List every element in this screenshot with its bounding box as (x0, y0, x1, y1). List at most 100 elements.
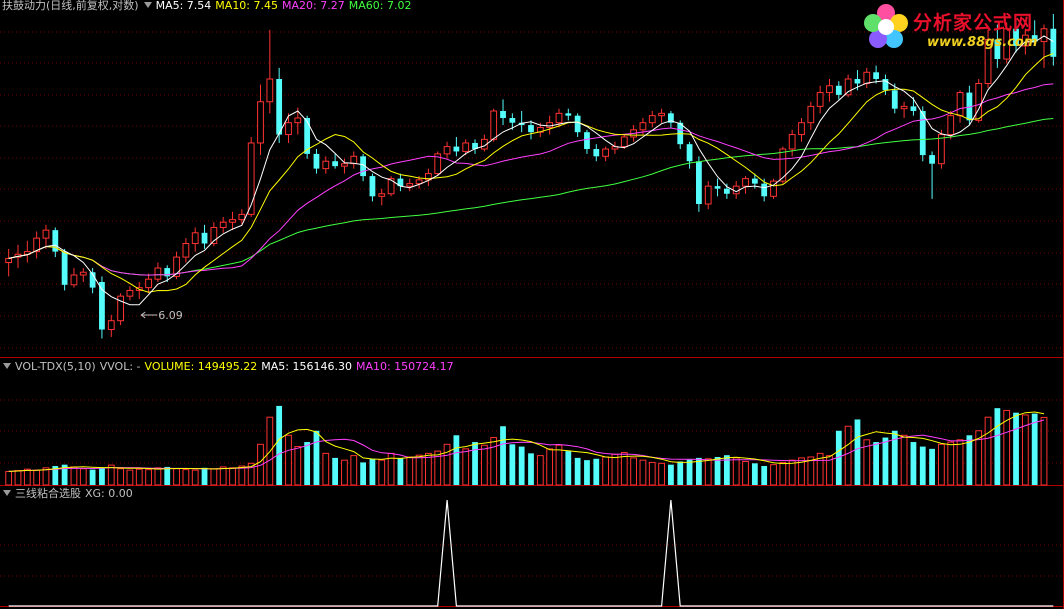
volume-bar-up (33, 469, 41, 486)
candle-body-up (798, 122, 805, 136)
volume-bar-up (135, 468, 143, 486)
candle-body-up (322, 160, 330, 170)
volume-bar-down (565, 451, 572, 485)
candle-body-up (490, 110, 498, 140)
candle-body-up (257, 101, 264, 144)
volume-bar-up (117, 468, 124, 486)
dropdown-triangle-icon[interactable] (3, 363, 11, 369)
candle-body-up (266, 78, 274, 103)
volume-bar-up (732, 457, 740, 486)
volume-panel-header: VOL-TDX(5,10) VVOL: - VOLUME: 149495.22 MA5… (2, 361, 458, 373)
volume-bar-down (751, 463, 758, 485)
volume-bar-down (360, 462, 366, 485)
volume-bar-up (630, 457, 637, 486)
volume-bar-up (742, 460, 749, 486)
stock-chart[interactable]: 6.09 (0, 0, 1064, 609)
xg-signal-line (8, 499, 1054, 607)
volume-bar-up (648, 461, 656, 486)
volume-ma5-line (8, 411, 1045, 472)
candle-body-up (900, 105, 908, 110)
volume-bar-up (788, 459, 796, 486)
candle-body-up (602, 148, 610, 157)
volume-readout: VOLUME: 149495.22 (144, 360, 258, 373)
volume-bar-down (369, 458, 376, 485)
candle-body-down (201, 232, 208, 244)
volume-bar-up (555, 444, 563, 486)
candle-body-up (5, 257, 13, 264)
candle-body-up (378, 193, 386, 197)
volume-bar-up (490, 437, 498, 486)
volume-bar-up (322, 452, 330, 486)
candle-body-up (294, 117, 302, 124)
volume-bar-up (938, 443, 945, 486)
candle-body-down (61, 251, 68, 285)
main-panel-title: 扶鼓动力(日线,前复权,对数) (2, 0, 139, 12)
volume-bar-up (210, 468, 218, 486)
ma60-line (8, 118, 1054, 276)
candle-body-down (574, 115, 581, 133)
ma10-readout: MA10: 7.45 (215, 0, 279, 12)
volume-bar-down (910, 442, 917, 485)
volume-bar-up (620, 451, 628, 486)
volume-bar-up (5, 470, 13, 486)
candle-body-up (620, 136, 628, 148)
candle-body-down (835, 85, 842, 95)
volume-bar-down (574, 457, 581, 485)
vol-ma5-readout: MA5: 156146.30 (261, 360, 352, 373)
volume-bar-down (1013, 412, 1019, 485)
volume-bar-up (70, 466, 78, 486)
candle-body-down (910, 106, 917, 112)
candle-body-up (107, 320, 115, 331)
volume-bar-down (453, 435, 460, 485)
volume-bar-down (677, 461, 684, 485)
candle-body-up (704, 185, 712, 205)
site-logo: 分析家公式网 www.88gs.com (861, 2, 1056, 54)
volume-bar-up (238, 465, 246, 486)
volume-bar-up (182, 469, 190, 486)
volume-bar-down (332, 457, 339, 485)
candle-body-up (807, 105, 815, 124)
candle-body-down (761, 183, 768, 197)
volume-bar-up (779, 461, 787, 486)
candle-body-down (696, 161, 702, 205)
volume-bar-up (154, 467, 162, 486)
dropdown-triangle-icon[interactable] (143, 2, 152, 8)
volume-bar-up (126, 469, 134, 486)
candle-body-up (816, 92, 824, 107)
flower-logo-icon (864, 4, 908, 48)
volume-bar-up (611, 453, 619, 486)
volume-bar-down (201, 467, 208, 485)
candle-body-down (500, 111, 506, 119)
volume-panel-title: VOL-TDX(5,10) (15, 360, 96, 373)
volume-bar-up (79, 468, 87, 486)
volume-bar-up (536, 455, 544, 486)
candle-body-up (844, 78, 852, 96)
dropdown-triangle-icon[interactable] (3, 490, 11, 496)
candle-body-up (285, 122, 292, 136)
volume-bar-up (602, 456, 610, 486)
volume-bar-down (882, 437, 889, 485)
volume-bar-up (173, 468, 180, 486)
candle-body-up (648, 115, 656, 124)
volume-bar-down (99, 467, 105, 485)
volume-bar-down (584, 460, 590, 485)
logo-url-text: www.88gs.com (927, 35, 1038, 50)
vol-ma10-readout: MA10: 150724.17 (355, 360, 454, 373)
candle-body-down (276, 79, 283, 135)
volume-bar-up (378, 459, 386, 486)
candle-body-up (546, 122, 554, 128)
candle-body-up (732, 185, 740, 195)
volume-bar-up (285, 434, 292, 486)
volume-bar-up (639, 459, 647, 486)
volume-bar-up (229, 467, 236, 486)
volume-bar-up (23, 468, 31, 486)
volume-bar-up (900, 434, 908, 486)
volume-bar-up (1040, 416, 1048, 486)
candle-body-up (826, 85, 833, 94)
volume-bar-down (397, 457, 404, 485)
candle-body-up (42, 229, 50, 239)
candle-body-up (350, 155, 358, 165)
volume-bar-down (509, 444, 516, 485)
signal-panel-title: 三线粘合选股 (15, 487, 81, 500)
candle-body-down (453, 146, 460, 152)
